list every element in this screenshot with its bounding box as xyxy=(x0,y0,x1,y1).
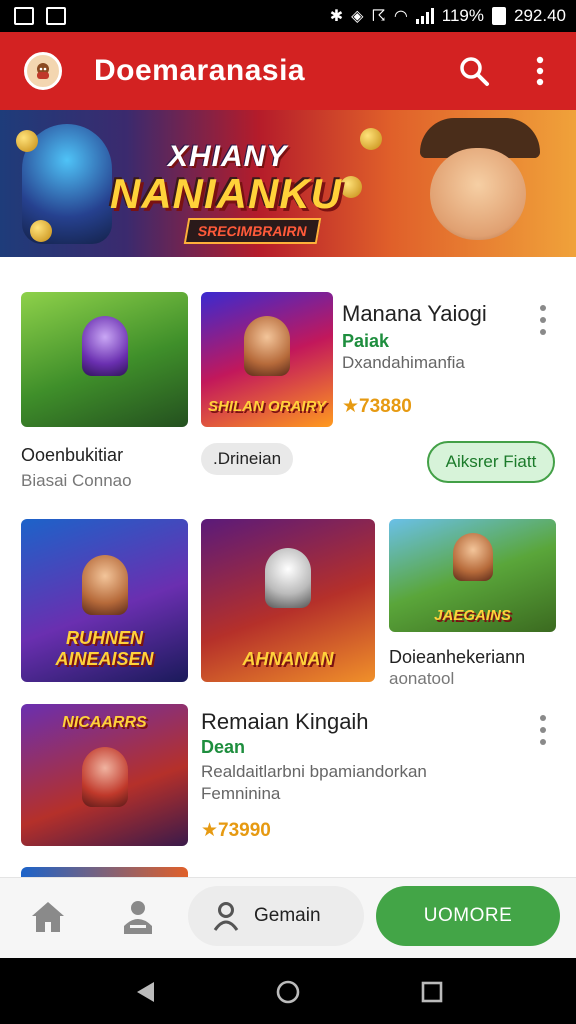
wifi-icon: ◠ xyxy=(393,8,408,25)
more-button[interactable]: UOMORE xyxy=(376,886,560,946)
signal-icon xyxy=(415,8,434,24)
search-icon[interactable] xyxy=(456,53,492,89)
bottom-navigation: Gemain UOMORE xyxy=(0,877,576,958)
back-icon[interactable] xyxy=(131,978,159,1006)
thumb-caption-sub: aonatool xyxy=(389,669,455,688)
game-thumbnail[interactable] xyxy=(21,292,188,427)
rating: ★73880 xyxy=(342,396,412,417)
category-chip[interactable]: .Drineian xyxy=(201,443,294,475)
thumb-overlay-text: RUHNEN AINEAISEN xyxy=(55,628,154,669)
thumb-overlay-text: AHNANAN xyxy=(242,649,334,669)
app-title[interactable]: Remaian Kingaih xyxy=(201,709,369,735)
app-list: Ooenbukitiar Biasai Connao SHILAN ORAIRY… xyxy=(0,257,576,877)
vibrate-icon: ◈ xyxy=(351,8,364,25)
developer-name[interactable]: Paiak xyxy=(342,331,389,352)
install-button[interactable]: Aiksrer Fiatt xyxy=(427,441,555,483)
thumb-overlay-text: SHILAN ORAIRY xyxy=(207,398,327,415)
games-tab[interactable]: Gemain xyxy=(188,886,364,946)
hero-title-line1: XHIANY xyxy=(168,140,288,173)
app-title[interactable]: Manana Yaiogi xyxy=(342,301,487,327)
games-tab-label: Gemain xyxy=(254,905,321,926)
clock: 292.40 xyxy=(514,6,566,25)
home-icon[interactable] xyxy=(27,896,69,938)
recents-icon[interactable] xyxy=(418,978,446,1006)
coin-icon xyxy=(30,220,52,242)
rating: ★73990 xyxy=(201,820,271,841)
thumb-caption-title: Ooenbukitiar xyxy=(21,445,124,465)
battery-level: 119% xyxy=(441,6,484,25)
game-thumbnail[interactable]: RUHNEN AINEAISEN xyxy=(21,519,188,682)
more-vert-icon[interactable] xyxy=(537,715,549,745)
status-bar: ✱ ◈ ☈ ◠ 119% 292.40 xyxy=(0,0,576,32)
hero-subtitle: SRECIMBRAIRN xyxy=(183,218,322,244)
hero-character-right xyxy=(430,148,526,240)
more-vert-icon[interactable] xyxy=(537,305,549,335)
more-vert-icon[interactable] xyxy=(522,53,558,89)
person-card-icon[interactable] xyxy=(117,896,159,938)
game-thumbnail[interactable]: SHILAN ORAIRY xyxy=(201,292,333,427)
hero-banner[interactable]: XHIANY NANIANKU SRECIMBRAIRN xyxy=(0,110,576,257)
app-description: Realdaitlarbni bpamiandorkan Femninina xyxy=(201,762,427,803)
game-thumbnail[interactable] xyxy=(21,867,188,877)
thumb-overlay-text: JAEGAINS xyxy=(434,607,511,624)
home-circle-icon[interactable] xyxy=(274,978,302,1006)
app-category: Dxandahimanfia xyxy=(342,353,465,372)
app-title: Doemaranasia xyxy=(94,54,306,87)
avatar-icon[interactable] xyxy=(24,52,62,90)
coin-icon xyxy=(360,128,382,150)
battery-icon xyxy=(492,7,506,25)
bluetooth-icon: ✱ xyxy=(329,8,344,25)
coin-icon xyxy=(340,176,362,198)
game-thumbnail[interactable]: JAEGAINS xyxy=(389,519,556,632)
nfc-icon: ☈ xyxy=(371,8,386,25)
person-icon xyxy=(213,902,239,931)
hero-title-line2: NANIANKU xyxy=(110,170,342,217)
developer-name[interactable]: Dean xyxy=(201,737,245,758)
system-navigation xyxy=(0,958,576,1024)
app-bar: Doemaranasia xyxy=(0,32,576,110)
thumb-caption-sub: Biasai Connao xyxy=(21,471,132,490)
image-icon xyxy=(14,7,34,25)
photo-icon xyxy=(46,7,66,25)
thumb-overlay-text: NICAARRS xyxy=(62,714,147,731)
coin-icon xyxy=(16,130,38,152)
game-thumbnail[interactable]: NICAARRS xyxy=(21,704,188,846)
thumb-caption-title: Doieanhekeriann xyxy=(389,647,526,667)
screen: ✱ ◈ ☈ ◠ 119% 292.40 Doemaranasia XHIANY … xyxy=(0,0,576,1024)
game-thumbnail[interactable]: AHNANAN xyxy=(201,519,375,682)
